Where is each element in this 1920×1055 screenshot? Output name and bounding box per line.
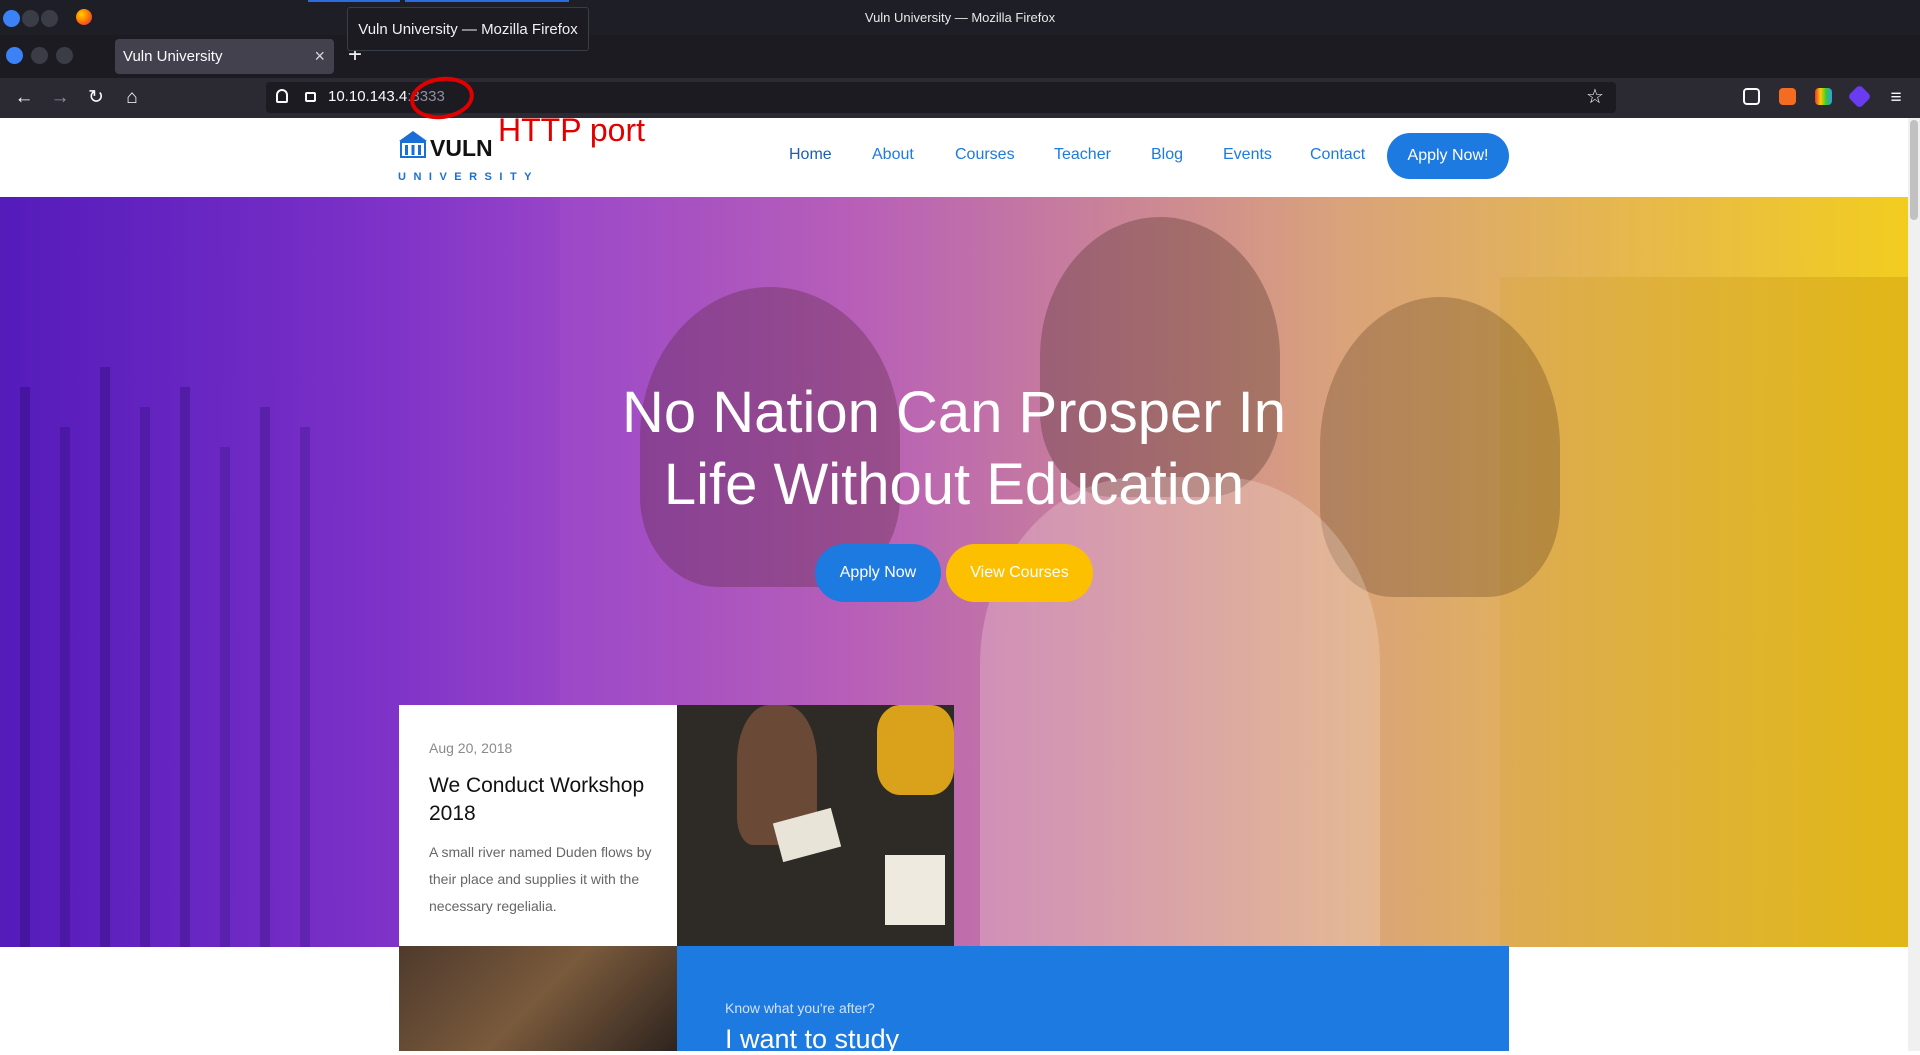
university-building-icon <box>397 129 429 166</box>
nav-teacher[interactable]: Teacher <box>1054 146 1111 164</box>
study-title: I want to study <box>725 1024 900 1054</box>
shield-icon[interactable] <box>276 89 288 103</box>
view-courses-button[interactable]: View Courses <box>946 544 1093 602</box>
book-icon <box>885 855 945 925</box>
url-host: 10.10.143.4 <box>328 88 408 105</box>
site-header <box>0 118 1908 197</box>
hero-title: No Nation Can Prosper In Life Without Ed… <box>560 377 1348 521</box>
tab-label: Vuln University <box>123 48 223 65</box>
reload-button[interactable]: ↻ <box>82 84 110 112</box>
logo-wordmark[interactable]: VULN <box>430 135 493 162</box>
bookmark-star-icon[interactable]: ☆ <box>1586 84 1604 109</box>
extension-icon[interactable] <box>1815 88 1832 105</box>
nav-home[interactable]: Home <box>789 146 832 164</box>
apply-now-header-button[interactable]: Apply Now! <box>1387 133 1509 179</box>
nav-courses[interactable]: Courses <box>955 146 1015 164</box>
annotation-text: HTTP port <box>498 112 645 148</box>
close-window-icon[interactable] <box>6 47 23 64</box>
lock-icon[interactable] <box>305 92 316 102</box>
nav-contact[interactable]: Contact <box>1310 146 1365 164</box>
study-subtitle: Know what you're after? <box>725 1000 875 1016</box>
pocket-icon[interactable] <box>1743 88 1760 105</box>
tab-tooltip: Vuln University — Mozilla Firefox <box>347 7 589 51</box>
forward-button[interactable]: → <box>46 84 74 112</box>
hero-title-line: Life Without Education <box>663 452 1245 517</box>
window-title: Vuln University — Mozilla Firefox <box>864 10 1056 25</box>
page-scrollbar[interactable] <box>1908 118 1920 1051</box>
workshop-image[interactable] <box>677 705 954 946</box>
browser-tab[interactable]: Vuln University × <box>115 39 334 74</box>
card-title[interactable]: We Conduct Workshop 2018 <box>429 772 649 828</box>
minimize-window-icon[interactable] <box>31 47 48 64</box>
back-button[interactable]: ← <box>10 84 38 112</box>
student-photo <box>1320 297 1560 597</box>
student-photo <box>877 705 954 795</box>
bookshelf-image <box>1500 277 1908 947</box>
home-button[interactable]: ⌂ <box>118 84 146 112</box>
title-highlight <box>308 0 400 2</box>
nav-events[interactable]: Events <box>1223 146 1272 164</box>
title-highlight <box>405 0 569 2</box>
study-image <box>399 946 677 1051</box>
menu-hamburger-icon[interactable]: ≡ <box>1882 84 1910 112</box>
logo-subtitle: UNIVERSITY <box>398 171 540 183</box>
nav-about[interactable]: About <box>872 146 914 164</box>
card-date: Aug 20, 2018 <box>429 740 513 756</box>
card-text: A small river named Duden flows by their… <box>429 844 652 914</box>
nav-blog[interactable]: Blog <box>1151 146 1183 164</box>
hero-title-line: No Nation Can Prosper In <box>621 380 1287 445</box>
tab-close-icon[interactable]: × <box>314 46 325 67</box>
window-titlebar: Vuln University — Mozilla Firefox <box>0 0 1920 35</box>
scrollbar-thumb[interactable] <box>1910 120 1918 220</box>
extension-icon[interactable] <box>1779 88 1796 105</box>
apply-now-button[interactable]: Apply Now <box>815 544 941 602</box>
maximize-window-icon[interactable] <box>56 47 73 64</box>
